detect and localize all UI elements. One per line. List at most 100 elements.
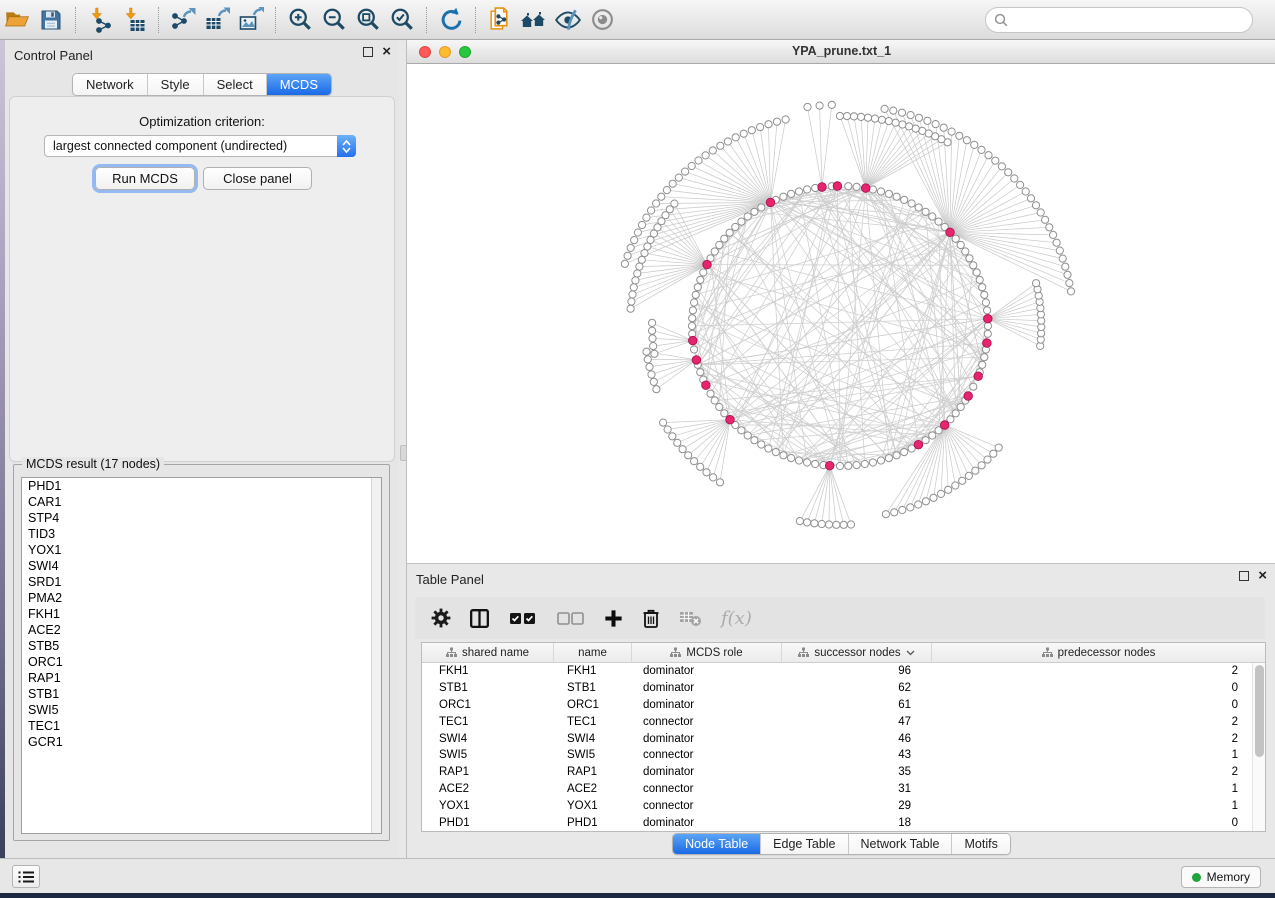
delete-table-icon[interactable] — [677, 607, 705, 629]
search-field[interactable] — [985, 7, 1253, 33]
network-canvas[interactable] — [407, 64, 1275, 563]
delete-row-icon[interactable] — [639, 606, 663, 630]
node-table: shared namenameMCDS rolesuccessor nodesp… — [421, 642, 1266, 832]
graph-node — [751, 208, 758, 215]
export-table-icon[interactable] — [200, 4, 234, 36]
graph-node — [818, 520, 825, 527]
graph-node — [641, 250, 648, 257]
tab-select[interactable]: Select — [204, 74, 267, 95]
zoom-selected-icon[interactable] — [385, 4, 419, 36]
list-scrollbar[interactable] — [371, 478, 381, 833]
graph-node — [922, 437, 929, 444]
add-row-icon[interactable] — [602, 607, 625, 630]
zoom-in-icon[interactable] — [283, 4, 317, 36]
table-row[interactable]: TEC1TEC1connector472 — [422, 713, 1265, 730]
mcds-result-item[interactable]: PMA2 — [22, 590, 381, 606]
refresh-icon[interactable] — [434, 4, 468, 36]
mcds-result-item[interactable]: GCR1 — [22, 734, 381, 750]
table-row[interactable]: FKH1FKH1dominator962 — [422, 663, 1265, 680]
network-from-file-icon[interactable] — [483, 4, 517, 36]
graph-node — [861, 460, 868, 467]
criterion-dropdown[interactable]: largest connected component (undirected) — [44, 135, 356, 157]
table-row[interactable]: ACE2ACE2connector311 — [422, 781, 1265, 798]
mcds-result-item[interactable]: FKH1 — [22, 606, 381, 622]
mcds-result-item[interactable]: STP4 — [22, 510, 381, 526]
mcds-result-item[interactable]: YOX1 — [22, 542, 381, 558]
table-header: shared namenameMCDS rolesuccessor nodesp… — [422, 643, 1265, 663]
table-row[interactable]: PHD1PHD1dominator180 — [422, 814, 1265, 831]
export-image-icon[interactable] — [234, 4, 268, 36]
first-neighbors-icon[interactable] — [517, 4, 551, 36]
import-table-icon[interactable] — [117, 4, 151, 36]
tab-motifs[interactable]: Motifs — [952, 834, 1009, 854]
graph-node — [804, 103, 811, 110]
search-input[interactable] — [1008, 13, 1252, 28]
tab-style[interactable]: Style — [148, 74, 204, 95]
graph-node — [935, 218, 942, 225]
graph-node — [716, 403, 723, 410]
toolbar-separator — [275, 7, 276, 33]
task-history-button[interactable] — [12, 865, 40, 888]
open-folder-icon[interactable] — [0, 4, 34, 36]
table-row[interactable]: SWI4SWI4dominator462 — [422, 730, 1265, 747]
mcds-result-item[interactable]: CAR1 — [22, 494, 381, 510]
table-row[interactable]: STB1STB1dominator620 — [422, 680, 1265, 697]
column-header-MCDS-role[interactable]: MCDS role — [632, 643, 782, 662]
float-panel-icon[interactable] — [363, 47, 373, 57]
network-graph[interactable] — [407, 64, 1275, 563]
table-row[interactable]: ORC1ORC1dominator610 — [422, 697, 1265, 714]
toolbar-separator — [75, 7, 76, 33]
memory-button[interactable]: Memory — [1181, 866, 1261, 888]
table-scrollbar[interactable] — [1252, 663, 1265, 831]
show-columns-icon[interactable] — [467, 606, 492, 631]
graph-node — [688, 162, 695, 169]
tab-network-table[interactable]: Network Table — [849, 834, 953, 854]
mcds-result-item[interactable]: ACE2 — [22, 622, 381, 638]
mcds-result-item[interactable]: SWI5 — [22, 702, 381, 718]
graph-node — [780, 452, 787, 459]
graph-node — [952, 235, 959, 242]
tab-edge-table[interactable]: Edge Table — [761, 834, 848, 854]
column-header-shared-name[interactable]: shared name — [422, 643, 554, 662]
run-mcds-button[interactable]: Run MCDS — [95, 167, 195, 190]
mcds-result-item[interactable]: SRD1 — [22, 574, 381, 590]
table-cell: 35 — [782, 766, 932, 778]
close-panel-icon[interactable]: × — [382, 47, 391, 57]
scrollbar-thumb[interactable] — [1255, 665, 1264, 757]
eye-icon[interactable] — [585, 4, 619, 36]
unselect-all-icon[interactable] — [554, 607, 588, 629]
close-panel-button[interactable]: Close panel — [203, 167, 312, 190]
tab-network[interactable]: Network — [73, 74, 148, 95]
export-network-icon[interactable] — [166, 4, 200, 36]
column-header-name[interactable]: name — [554, 643, 632, 662]
save-icon[interactable] — [34, 4, 68, 36]
mcds-result-item[interactable]: PHD1 — [22, 478, 381, 494]
mcds-result-item[interactable]: RAP1 — [22, 670, 381, 686]
column-header-successor-nodes[interactable]: successor nodes — [782, 643, 932, 662]
mcds-result-item[interactable]: STB1 — [22, 686, 381, 702]
settings-gear-icon[interactable] — [429, 606, 453, 630]
mcds-result-item[interactable]: ORC1 — [22, 654, 381, 670]
import-network-icon[interactable] — [83, 4, 117, 36]
function-builder-icon[interactable]: f(x) — [721, 608, 752, 629]
tab-mcds[interactable]: MCDS — [267, 74, 331, 95]
select-all-icon[interactable] — [506, 607, 540, 629]
table-row[interactable]: SWI5SWI5connector431 — [422, 747, 1265, 764]
column-header-predecessor-nodes[interactable]: predecessor nodes — [932, 643, 1265, 662]
tab-node-table[interactable]: Node Table — [673, 834, 761, 854]
zoom-out-icon[interactable] — [317, 4, 351, 36]
graph-node — [1017, 181, 1024, 188]
zoom-fit-icon[interactable] — [351, 4, 385, 36]
mcds-result-item[interactable]: STB5 — [22, 638, 381, 654]
eye-slash-icon[interactable] — [551, 4, 585, 36]
float-panel-icon[interactable] — [1239, 571, 1249, 581]
mcds-result-item[interactable]: TID3 — [22, 526, 381, 542]
mcds-result-item[interactable]: TEC1 — [22, 718, 381, 734]
graph-node — [689, 315, 696, 322]
close-panel-icon[interactable]: × — [1258, 571, 1267, 581]
mcds-hub-node — [703, 260, 712, 269]
mcds-result-list[interactable]: PHD1CAR1STP4TID3YOX1SWI4SRD1PMA2FKH1ACE2… — [21, 477, 382, 834]
table-row[interactable]: YOX1YOX1connector291 — [422, 797, 1265, 814]
mcds-result-item[interactable]: SWI4 — [22, 558, 381, 574]
table-row[interactable]: RAP1RAP1dominator352 — [422, 764, 1265, 781]
